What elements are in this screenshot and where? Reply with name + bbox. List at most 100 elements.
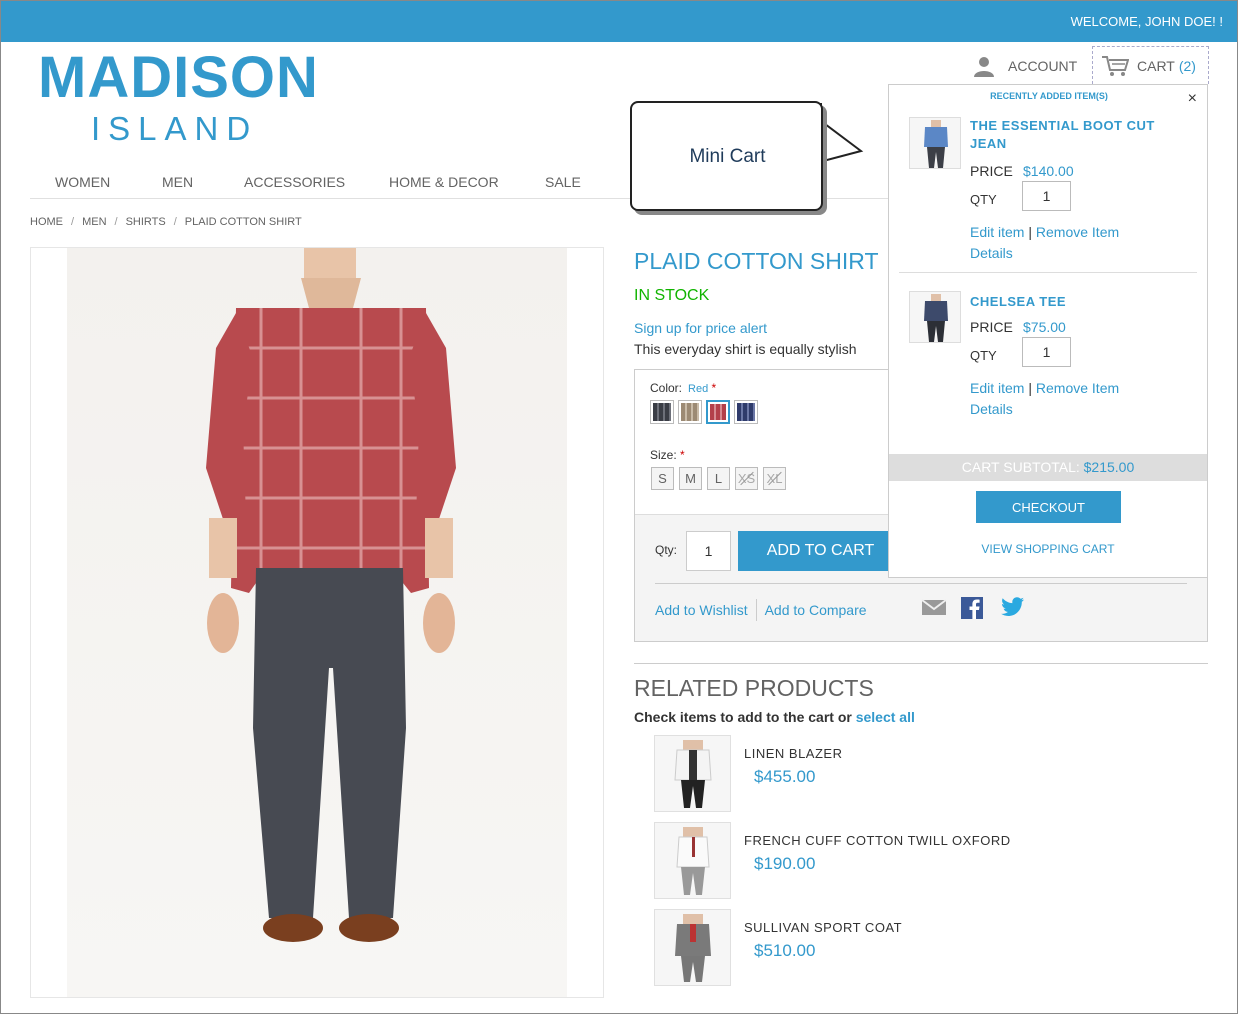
add-to-compare-link[interactable]: Add to Compare — [765, 602, 867, 618]
selected-color: Red — [688, 383, 709, 395]
add-to-cart-button[interactable]: ADD TO CART — [738, 531, 903, 571]
short-description: This everyday shirt is equally stylish — [634, 341, 857, 357]
nav-item-accessories[interactable]: ACCESSORIES — [244, 174, 345, 190]
price-alert-link[interactable]: Sign up for price alert — [634, 320, 767, 336]
related-product-name[interactable]: SULLIVAN SPORT COAT — [744, 920, 902, 935]
select-all-link[interactable]: select all — [856, 709, 915, 725]
close-icon[interactable]: × — [1188, 90, 1197, 108]
welcome-message: WELCOME, JOHN DOE! ! — [1070, 14, 1223, 29]
size-option-l[interactable]: L — [707, 467, 730, 490]
required-mark: * — [711, 381, 717, 395]
edit-item-link[interactable]: Edit item — [970, 224, 1024, 240]
color-swatch-charcoal[interactable] — [650, 400, 674, 424]
mini-cart-price-label: PRICE — [970, 163, 1013, 179]
logo-subtitle[interactable]: ISLAND — [91, 110, 258, 148]
user-icon — [974, 57, 994, 77]
related-product-thumbnail[interactable] — [654, 822, 731, 899]
breadcrumb-separator: / — [71, 216, 75, 228]
divider — [655, 583, 1187, 584]
email-icon[interactable] — [921, 597, 947, 617]
required-mark: * — [680, 448, 685, 462]
size-option-m[interactable]: M — [679, 467, 702, 490]
callout-text: Mini Cart — [689, 146, 766, 167]
breadcrumb-separator: / — [173, 216, 177, 228]
details-link[interactable]: Details — [970, 245, 1013, 261]
nav-item-women[interactable]: WOMEN — [55, 174, 110, 190]
color-label: Color: Red * — [650, 381, 717, 395]
related-product-price: $510.00 — [754, 941, 816, 960]
color-swatch-khaki[interactable] — [678, 400, 702, 424]
related-product-price: $190.00 — [754, 854, 816, 873]
model-photo — [206, 248, 456, 942]
mini-cart-item-name[interactable]: CHELSEA TEE — [970, 293, 1190, 311]
recently-added-heading: RECENTLY ADDED ITEM(S) — [990, 91, 1108, 101]
breadcrumb-current: PLAID COTTON SHIRT — [184, 216, 302, 228]
breadcrumb-men[interactable]: MEN — [82, 216, 106, 228]
breadcrumb-separator: / — [114, 216, 118, 228]
related-product-name[interactable]: LINEN BLAZER — [744, 746, 842, 761]
edit-item-link[interactable]: Edit item — [970, 380, 1024, 396]
cart-icon — [1102, 55, 1129, 76]
divider — [899, 272, 1197, 273]
related-product-item: LINEN BLAZER $455.00 — [654, 735, 1214, 815]
mini-cart-item-price: $140.00 — [1023, 163, 1074, 179]
mini-cart-item-actions: Edit item | Remove Item Details — [970, 224, 1120, 261]
facebook-icon[interactable] — [961, 597, 983, 619]
cart-link[interactable]: CART (2) — [1092, 46, 1209, 84]
related-product-item: FRENCH CUFF COTTON TWILL OXFORD $190.00 — [654, 822, 1214, 902]
account-label: ACCOUNT — [1008, 58, 1078, 74]
breadcrumb: HOME / MEN / SHIRTS / PLAID COTTON SHIRT — [30, 216, 302, 228]
product-utility-links: Add to Wishlist Add to Compare — [655, 599, 867, 621]
mini-cart-qty-label: QTY — [970, 192, 997, 207]
breadcrumb-shirts[interactable]: SHIRTS — [126, 216, 166, 228]
cart-count: (2) — [1178, 57, 1196, 74]
stock-status: IN STOCK — [634, 287, 710, 304]
nav-item-home-decor[interactable]: HOME & DECOR — [389, 174, 499, 190]
remove-item-link[interactable]: Remove Item — [1036, 380, 1119, 396]
mini-cart-qty-label: QTY — [970, 348, 997, 363]
related-product-thumbnail[interactable] — [654, 909, 731, 986]
mini-cart-dropdown: RECENTLY ADDED ITEM(S) × THE ESSENTIAL B… — [888, 84, 1208, 578]
size-option-xs-unavailable: XS — [735, 467, 758, 490]
qty-input[interactable]: 1 — [686, 531, 731, 571]
mini-cart-item-name[interactable]: THE ESSENTIAL BOOT CUT JEAN — [970, 117, 1190, 153]
mini-cart-qty-input[interactable]: 1 — [1022, 181, 1071, 211]
view-shopping-cart-link[interactable]: VIEW SHOPPING CART — [889, 542, 1207, 556]
link-separator — [755, 599, 757, 621]
cart-subtotal: CART SUBTOTAL: $215.00 — [889, 454, 1207, 481]
cart-label: CART — [1137, 57, 1175, 74]
product-main-image[interactable] — [30, 247, 604, 998]
product-title: PLAID COTTON SHIRT — [634, 248, 879, 274]
related-product-item: SULLIVAN SPORT COAT $510.00 — [654, 909, 1214, 989]
nav-item-men[interactable]: MEN — [162, 174, 193, 190]
checkout-button[interactable]: CHECKOUT — [976, 491, 1121, 523]
size-label: Size: * — [650, 448, 685, 462]
mini-cart-qty-input[interactable]: 1 — [1022, 337, 1071, 367]
remove-item-link[interactable]: Remove Item — [1036, 224, 1119, 240]
mini-cart-item-price: $75.00 — [1023, 319, 1066, 335]
add-to-wishlist-link[interactable]: Add to Wishlist — [655, 602, 748, 618]
twitter-icon[interactable] — [1001, 597, 1025, 617]
size-option-xl-unavailable: XL — [763, 467, 786, 490]
mini-cart-item-actions: Edit item | Remove Item Details — [970, 380, 1120, 417]
related-product-name[interactable]: FRENCH CUFF COTTON TWILL OXFORD — [744, 833, 1011, 848]
breadcrumb-home[interactable]: HOME — [30, 216, 63, 228]
related-product-thumbnail[interactable] — [654, 735, 731, 812]
cart-subtotal-amount: $215.00 — [1083, 459, 1135, 475]
mini-cart-item-thumbnail[interactable] — [909, 291, 961, 343]
size-option-s[interactable]: S — [651, 467, 674, 490]
related-products-title: RELATED PRODUCTS — [634, 675, 874, 701]
related-products-instructions: Check items to add to the cart or select… — [634, 709, 915, 725]
logo[interactable]: MADISON — [38, 44, 319, 111]
callout-pointer — [820, 103, 864, 179]
details-link[interactable]: Details — [970, 401, 1013, 417]
color-swatch-red[interactable] — [706, 400, 730, 424]
mini-cart-callout: Mini Cart — [630, 101, 823, 211]
nav-item-sale[interactable]: SALE — [545, 174, 581, 190]
color-swatch-navy[interactable] — [734, 400, 758, 424]
mini-cart-item-thumbnail[interactable] — [909, 117, 961, 169]
related-product-price: $455.00 — [754, 767, 816, 786]
qty-label: Qty: — [655, 543, 678, 557]
divider — [634, 663, 1208, 664]
account-link[interactable]: ACCOUNT — [972, 54, 1077, 78]
